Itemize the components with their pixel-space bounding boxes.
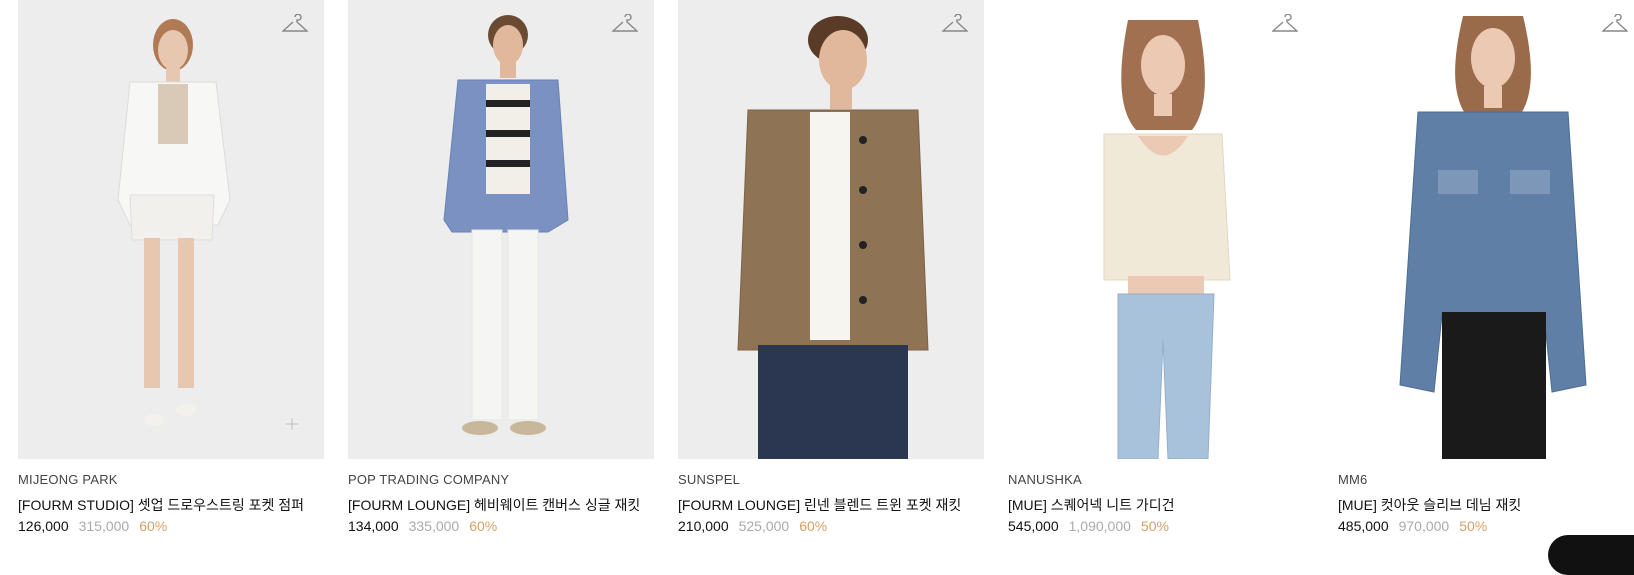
- product-prices: 126,000 315,000 60%: [18, 518, 167, 534]
- product-brand[interactable]: POP TRADING COMPANY: [348, 472, 509, 487]
- product-brand[interactable]: MM6: [1338, 472, 1368, 487]
- product-photo: [1103, 20, 1231, 459]
- plus-icon: [286, 418, 298, 430]
- product-card[interactable]: NANUSHKA [MUE] 스퀘어넥 니트 가디건 545,000 1,090,…: [1008, 0, 1314, 534]
- original-price: 970,000: [1398, 518, 1450, 534]
- floating-chat-button[interactable]: [1548, 535, 1634, 575]
- hanger-icon[interactable]: [1602, 14, 1628, 36]
- product-photo: [1399, 16, 1587, 459]
- product-card[interactable]: POP TRADING COMPANY [FOURM LOUNGE] 헤비웨이트…: [348, 0, 654, 534]
- discount-rate: 60%: [139, 518, 168, 534]
- sale-price: 134,000: [348, 518, 399, 534]
- hanger-icon[interactable]: [1272, 14, 1298, 36]
- product-prices: 134,000 335,000 60%: [348, 518, 497, 534]
- product-image[interactable]: [18, 0, 324, 459]
- product-photo: [737, 16, 929, 459]
- original-price: 315,000: [78, 518, 130, 534]
- product-card[interactable]: MM6 [MUE] 컷아웃 슬리브 데님 재킷 485,000 970,000 50…: [1338, 0, 1634, 534]
- product-prices: 485,000 970,000 50%: [1338, 518, 1487, 534]
- sale-price: 485,000: [1338, 518, 1389, 534]
- product-brand[interactable]: MIJEONG PARK: [18, 472, 118, 487]
- product-name[interactable]: [MUE] 컷아웃 슬리브 데님 재킷: [1338, 495, 1521, 515]
- hanger-icon[interactable]: [612, 14, 638, 36]
- product-image[interactable]: [1338, 0, 1634, 459]
- product-name[interactable]: [FOURM STUDIO] 셋업 드로우스트링 포켓 점퍼: [18, 495, 304, 515]
- product-image[interactable]: [348, 0, 654, 459]
- product-name[interactable]: [FOURM LOUNGE] 린넨 블렌드 트윈 포켓 재킷: [678, 495, 961, 515]
- product-name[interactable]: [FOURM LOUNGE] 헤비웨이트 캔버스 싱글 재킷: [348, 495, 640, 515]
- product-photo: [117, 19, 231, 426]
- product-image[interactable]: [678, 0, 984, 459]
- product-card[interactable]: MIJEONG PARK [FOURM STUDIO] 셋업 드로우스트링 포켓…: [18, 0, 324, 534]
- product-name[interactable]: [MUE] 스퀘어넥 니트 가디건: [1008, 495, 1174, 515]
- original-price: 525,000: [738, 518, 790, 534]
- product-prices: 210,000 525,000 60%: [678, 518, 827, 534]
- discount-rate: 50%: [1459, 518, 1488, 534]
- original-price: 1,090,000: [1068, 518, 1131, 534]
- discount-rate: 50%: [1140, 518, 1169, 534]
- discount-rate: 60%: [799, 518, 828, 534]
- product-grid: MIJEONG PARK [FOURM STUDIO] 셋업 드로우스트링 포켓…: [0, 0, 1634, 549]
- product-card[interactable]: SUNSPEL [FOURM LOUNGE] 린넨 블렌드 트윈 포켓 재킷 2…: [678, 0, 984, 534]
- sale-price: 545,000: [1008, 518, 1059, 534]
- original-price: 335,000: [408, 518, 460, 534]
- product-brand[interactable]: NANUSHKA: [1008, 472, 1082, 487]
- product-brand[interactable]: SUNSPEL: [678, 472, 740, 487]
- hanger-icon[interactable]: [942, 14, 968, 36]
- hanger-icon[interactable]: [282, 14, 308, 36]
- sale-price: 210,000: [678, 518, 729, 534]
- product-prices: 545,000 1,090,000 50%: [1008, 518, 1169, 534]
- product-photo: [443, 15, 569, 435]
- product-image[interactable]: [1008, 0, 1314, 459]
- discount-rate: 60%: [469, 518, 498, 534]
- sale-price: 126,000: [18, 518, 69, 534]
